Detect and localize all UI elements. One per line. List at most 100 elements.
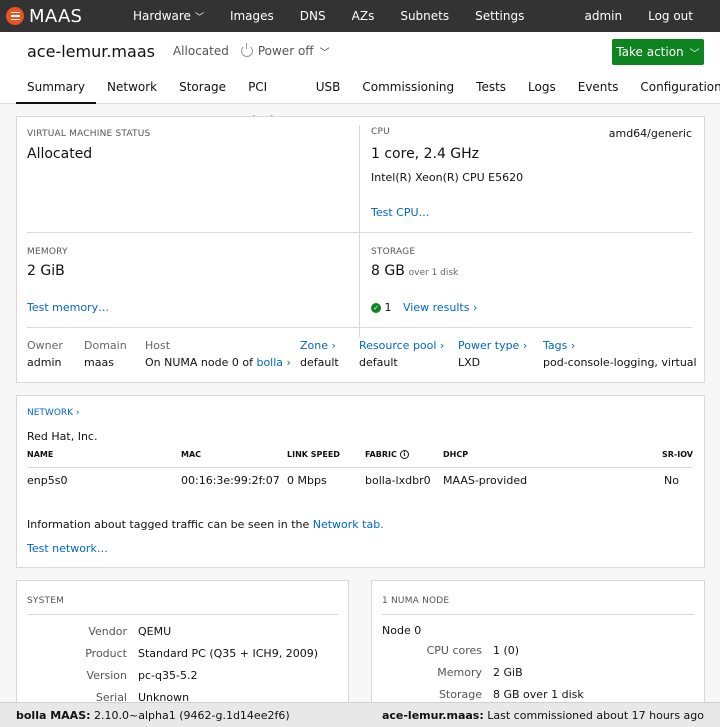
vendor-key: Vendor [88, 625, 127, 638]
numa-storage-key: Storage [438, 688, 482, 701]
machine-header: ace-lemur.maas Allocated Power off ﹀ Tak… [0, 32, 720, 128]
cpu-label: CPU [371, 127, 390, 137]
tab-network[interactable]: Network [96, 70, 168, 104]
network-card: NETWORK › Red Hat, Inc. NAME MAC LINK SP… [16, 395, 705, 568]
tab-pci-devices[interactable]: PCI devices [237, 70, 305, 128]
storage-tests: ✓ 1 View results › [371, 301, 477, 314]
test-cpu-link[interactable]: Test CPU… [371, 206, 430, 219]
nav-settings[interactable]: Settings [462, 9, 537, 23]
brand-link[interactable]: MAAS [0, 6, 120, 27]
product-key: Product [85, 647, 127, 660]
interface-name: enp5s0 [27, 474, 68, 487]
numa-storage-value: 8 GB over 1 disk [493, 688, 584, 701]
test-network-link[interactable]: Test network… [27, 542, 108, 555]
vm-status-value: Allocated [27, 146, 93, 162]
tags-link[interactable]: Tags › [543, 339, 575, 352]
network-vendor: Red Hat, Inc. [27, 430, 98, 443]
cpu-summary: 1 core, 2.4 GHz [371, 146, 480, 162]
chevron-down-icon: ﹀ [319, 47, 330, 59]
col-link-speed: LINK SPEED [287, 450, 365, 468]
resource-pool-link[interactable]: Resource pool › [359, 339, 444, 352]
nav-images[interactable]: Images [217, 9, 287, 23]
tab-storage[interactable]: Storage [168, 70, 237, 104]
power-type-link[interactable]: Power type › [458, 339, 527, 352]
tab-commissioning[interactable]: Commissioning [351, 70, 465, 104]
col-fabric: FABRIC i [365, 450, 443, 468]
tags-value: pod-console-logging, virtual [543, 356, 697, 369]
nav-dns[interactable]: DNS [287, 9, 339, 23]
divider [359, 125, 360, 337]
domain-value: maas [84, 356, 114, 369]
host-label: Host [145, 339, 171, 352]
system-card: SYSTEM Vendor QEMU Product Standard PC (… [16, 580, 349, 720]
network-tab-link[interactable]: Network tab. [313, 518, 384, 531]
test-memory-link[interactable]: Test memory… [27, 301, 109, 314]
view-results-link[interactable]: View results › [403, 301, 477, 314]
power-type-value: LXD [458, 356, 481, 369]
logout-link[interactable]: Log out [635, 9, 720, 23]
tab-logs[interactable]: Logs [517, 70, 567, 104]
storage-label: STORAGE [371, 247, 416, 257]
network-link[interactable]: NETWORK › [27, 408, 80, 418]
host-value: On NUMA node 0 of bolla › [145, 356, 291, 369]
summary-card: VIRTUAL MACHINE STATUS Allocated CPU amd… [16, 116, 705, 383]
nav-subnets[interactable]: Subnets [387, 9, 462, 23]
interface-fabric: bolla-lxdbr0 [365, 474, 431, 487]
vm-status-label: VIRTUAL MACHINE STATUS [27, 129, 151, 139]
cpu-model: Intel(R) Xeon(R) CPU E5620 [371, 171, 524, 184]
version-key: Version [86, 669, 127, 682]
tab-configuration[interactable]: Configuration [629, 70, 720, 104]
success-check-icon: ✓ [371, 303, 381, 313]
numa-memory-value: 2 GiB [493, 666, 523, 679]
divider [27, 232, 692, 233]
zone-link[interactable]: Zone › [300, 339, 336, 352]
info-icon[interactable]: i [399, 450, 409, 459]
memory-label: MEMORY [27, 247, 68, 257]
table-row: enp5s0 00:16:3e:99:2f:07 0 Mbps bolla-lx… [27, 468, 693, 487]
cpu-cores-value: 1 (0) [493, 644, 520, 657]
power-icon [240, 43, 253, 57]
col-name: NAME [27, 450, 181, 468]
brand-name: MAAS [29, 5, 83, 27]
nav-hardware[interactable]: Hardware ﹀ [120, 9, 217, 23]
nav-user[interactable]: admin [571, 9, 635, 23]
numa-card: 1 NUMA NODE Node 0 CPU cores 1 (0) Memor… [371, 580, 705, 720]
col-mac: MAC [181, 450, 287, 468]
divider [27, 327, 692, 328]
chevron-down-icon: ﹀ [689, 48, 700, 60]
last-commissioned: ace-lemur.maas: Last commissioned about … [381, 708, 704, 722]
numa-title: 1 NUMA NODE [382, 596, 450, 606]
storage-passed-count: 1 [384, 301, 392, 314]
tab-summary[interactable]: Summary [16, 70, 96, 104]
top-navigation: MAAS Hardware ﹀ Images DNS AZs Subnets Se… [0, 0, 720, 32]
network-table: NAME MAC LINK SPEED FABRIC i DHCP SR-IOV … [27, 450, 693, 487]
vendor-value: QEMU [138, 625, 172, 638]
owner-label: Owner [27, 339, 63, 352]
system-title: SYSTEM [27, 596, 65, 606]
interface-mac: 00:16:3e:99:2f:07 [181, 474, 280, 487]
col-sriov: SR-IOV [593, 450, 693, 468]
tab-usb[interactable]: USB [305, 70, 352, 104]
tab-tests[interactable]: Tests [465, 70, 517, 104]
interface-speed: 0 Mbps [287, 474, 327, 487]
cpu-cores-key: CPU cores [426, 644, 482, 657]
owner-value: admin [27, 356, 62, 369]
storage-value: 8 GB over 1 disk [371, 263, 459, 279]
divider [27, 614, 338, 615]
chevron-down-icon: ﹀ [194, 13, 204, 23]
tagged-traffic-info: Information about tagged traffic can be … [27, 518, 384, 531]
power-menu[interactable]: Power off ﹀ [240, 43, 330, 59]
host-link[interactable]: bolla › [256, 356, 290, 369]
machine-status: Allocated [172, 44, 229, 58]
divider [382, 614, 694, 615]
take-action-button[interactable]: Take action ﹀ [612, 39, 704, 65]
interface-dhcp: MAAS-provided [443, 474, 528, 487]
memory-value: 2 GiB [27, 263, 65, 279]
zone-value: default [300, 356, 339, 369]
product-value: Standard PC (Q35 + ICH9, 2009) [138, 647, 318, 660]
numa-node-name: Node 0 [382, 624, 422, 637]
status-bar: bolla MAAS: 2.10.0~alpha1 (9462-g.1d14ee… [0, 702, 720, 727]
nav-azs[interactable]: AZs [339, 9, 388, 23]
tab-events[interactable]: Events [567, 70, 630, 104]
maas-logo-icon [6, 7, 24, 25]
